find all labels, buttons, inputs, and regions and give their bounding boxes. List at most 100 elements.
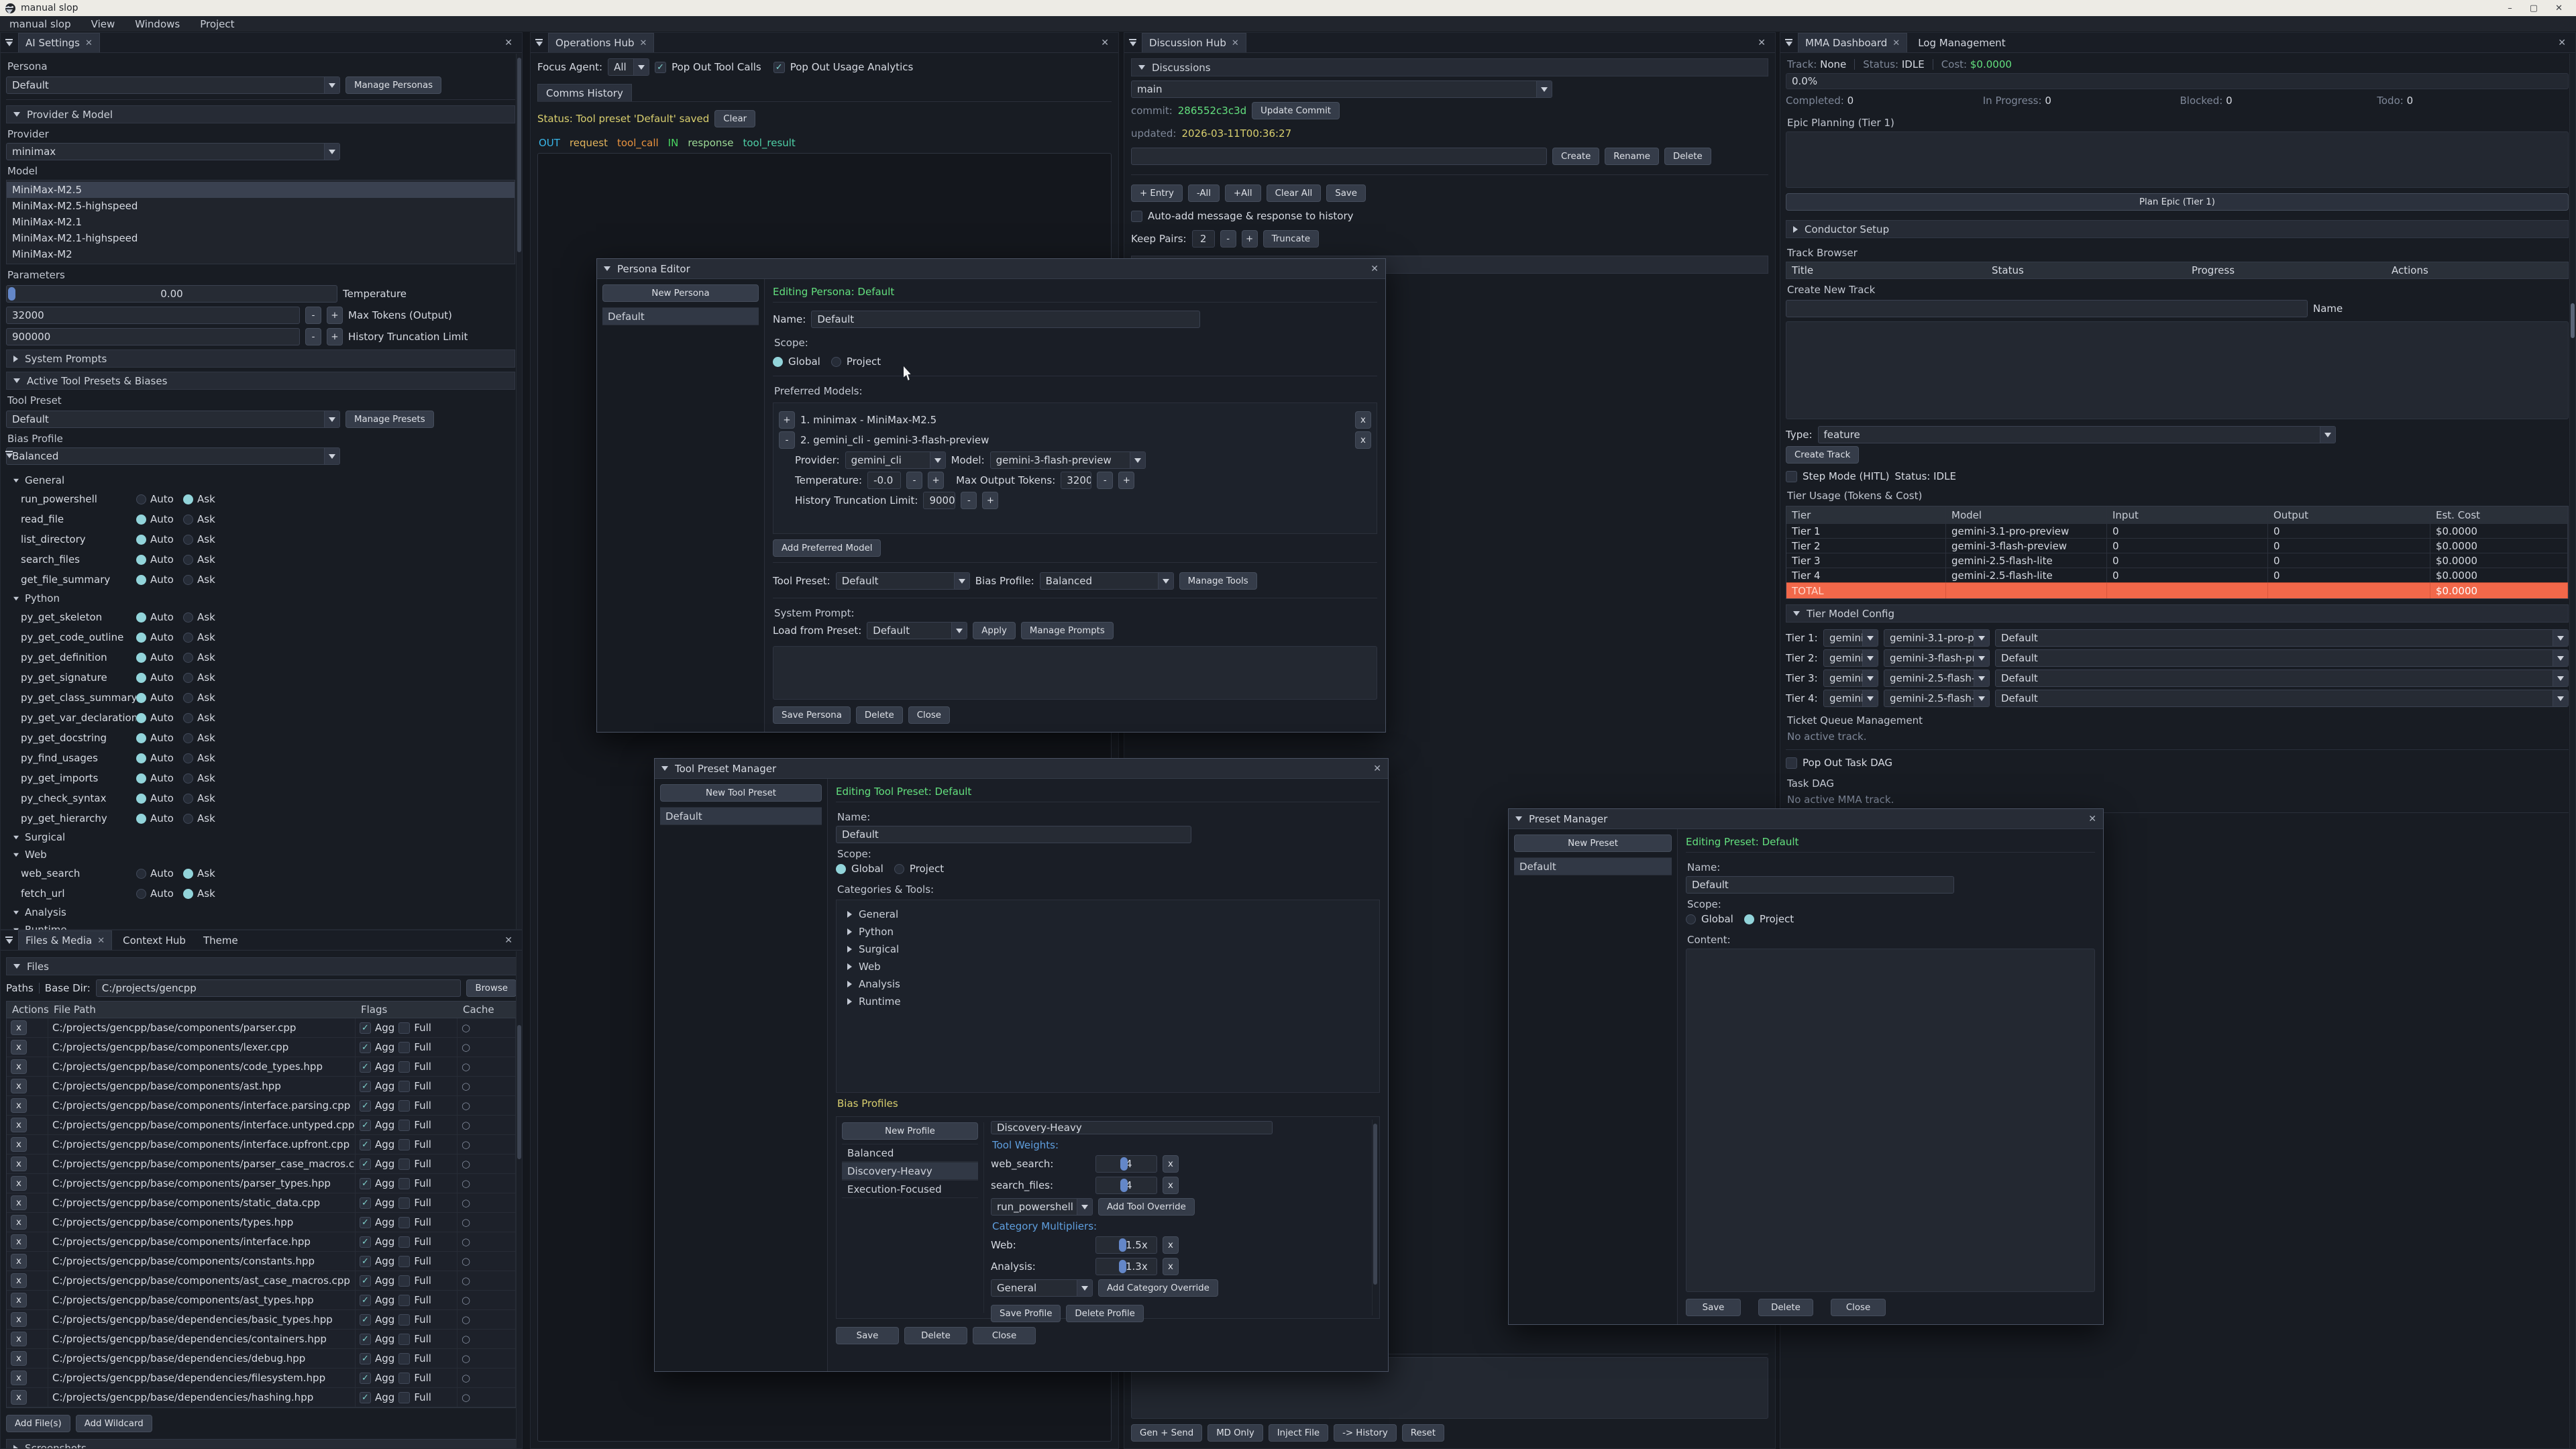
full-checkbox[interactable] bbox=[398, 1236, 410, 1248]
tab-mma-dashboard[interactable]: MMA Dashboard ✕ bbox=[1798, 33, 1907, 52]
create-discussion-button[interactable]: Create bbox=[1552, 148, 1599, 165]
agg-checkbox[interactable]: ✓ bbox=[360, 1275, 371, 1287]
weight-slider[interactable]: 4 bbox=[1095, 1155, 1157, 1173]
close-icon[interactable]: ✕ bbox=[1373, 763, 1381, 774]
auto-radio[interactable] bbox=[136, 773, 146, 784]
focus-agent-select[interactable]: All bbox=[608, 58, 649, 76]
agg-checkbox[interactable]: ✓ bbox=[360, 1314, 371, 1326]
chevron-expanded-icon[interactable] bbox=[661, 766, 668, 771]
provider-select[interactable]: minimax bbox=[6, 143, 340, 160]
tier-model-select[interactable]: gemini-2.5-flash-lite bbox=[1884, 690, 1990, 707]
slider-thumb[interactable] bbox=[1120, 1179, 1128, 1192]
new-profile-button[interactable]: New Profile bbox=[842, 1122, 978, 1140]
composer-button[interactable]: Gen + Send bbox=[1131, 1424, 1202, 1442]
reorder-button[interactable]: - bbox=[779, 431, 795, 449]
files-header[interactable]: Files bbox=[6, 957, 517, 975]
max-tokens-increment[interactable]: + bbox=[327, 307, 343, 324]
manage-presets-button[interactable]: Manage Presets bbox=[345, 411, 434, 428]
persona-select[interactable]: Default bbox=[6, 76, 340, 94]
auto-radio[interactable] bbox=[136, 612, 146, 623]
auto-radio[interactable] bbox=[136, 535, 146, 545]
scope-project-radio[interactable] bbox=[1744, 914, 1754, 924]
tool-preset-select[interactable]: Default bbox=[6, 411, 340, 428]
model-list-item[interactable]: MiniMax-M2.1-highspeed bbox=[7, 230, 515, 246]
multiplier-slider[interactable]: 1.3x bbox=[1095, 1258, 1157, 1275]
scope-global-radio[interactable] bbox=[773, 357, 783, 367]
entry-button[interactable]: Clear All bbox=[1267, 184, 1322, 202]
temp-increment[interactable]: + bbox=[928, 472, 944, 489]
delete-profile-button[interactable]: Delete Profile bbox=[1066, 1305, 1143, 1322]
remove-file-button[interactable]: x bbox=[11, 1118, 27, 1132]
track-type-select[interactable]: feature bbox=[1818, 426, 2336, 443]
max-output-input[interactable]: 32000 bbox=[1061, 472, 1091, 489]
discussions-header[interactable]: Discussions bbox=[1131, 58, 1768, 76]
tier-provider-select[interactable]: gemini bbox=[1823, 690, 1878, 707]
add-preferred-model-button[interactable]: Add Preferred Model bbox=[773, 539, 881, 557]
truncate-button[interactable]: Truncate bbox=[1263, 230, 1319, 248]
agg-checkbox[interactable]: ✓ bbox=[360, 1197, 371, 1209]
entry-button[interactable]: +All bbox=[1225, 184, 1261, 202]
ask-radio[interactable] bbox=[183, 555, 193, 565]
close-tab-icon[interactable]: ✕ bbox=[640, 38, 647, 48]
tier-provider-select[interactable]: gemini bbox=[1823, 629, 1878, 647]
remove-multiplier-button[interactable]: x bbox=[1163, 1258, 1179, 1275]
reorder-button[interactable]: + bbox=[779, 411, 795, 429]
category-row[interactable]: Surgical bbox=[847, 941, 1374, 958]
delete-button[interactable]: Delete bbox=[904, 1327, 967, 1344]
bias-profile-item[interactable]: Discovery-Heavy bbox=[842, 1162, 978, 1180]
create-track-button[interactable]: Create Track bbox=[1786, 446, 1859, 464]
new-tool-preset-button[interactable]: New Tool Preset bbox=[660, 784, 822, 802]
menu-item[interactable]: manual slop bbox=[9, 18, 71, 30]
close-icon[interactable]: ✕ bbox=[2555, 3, 2563, 13]
ask-radio[interactable] bbox=[183, 869, 193, 879]
auto-radio[interactable] bbox=[136, 494, 146, 504]
tier-model-config-header[interactable]: Tier Model Config bbox=[1786, 604, 2569, 623]
tool-group-header[interactable]: Analysis bbox=[13, 904, 515, 921]
system-prompts-header[interactable]: System Prompts bbox=[6, 350, 515, 368]
remove-file-button[interactable]: x bbox=[11, 1234, 27, 1249]
ask-radio[interactable] bbox=[183, 733, 193, 743]
composer-button[interactable]: MD Only bbox=[1208, 1424, 1263, 1442]
composer-button[interactable]: -> History bbox=[1334, 1424, 1397, 1442]
tier-preset-select[interactable]: Default bbox=[1995, 649, 2569, 667]
chevron-expanded-icon[interactable] bbox=[1515, 816, 1522, 821]
full-checkbox[interactable] bbox=[398, 1139, 410, 1150]
save-button[interactable]: Save bbox=[836, 1327, 899, 1344]
remove-model-button[interactable]: x bbox=[1355, 411, 1371, 429]
base-dir-input[interactable]: C:/projects/gencpp bbox=[96, 979, 462, 997]
ask-radio[interactable] bbox=[183, 753, 193, 763]
bias-profile-select[interactable]: Balanced bbox=[6, 447, 340, 465]
remove-file-button[interactable]: x bbox=[11, 1273, 27, 1288]
category-row[interactable]: General bbox=[847, 906, 1374, 923]
ask-radio[interactable] bbox=[183, 653, 193, 663]
add-files-button[interactable]: Add File(s) bbox=[6, 1415, 70, 1432]
full-checkbox[interactable] bbox=[398, 1353, 410, 1364]
max-tokens-input[interactable]: 32000 bbox=[6, 307, 300, 324]
remove-model-button[interactable]: x bbox=[1355, 431, 1371, 449]
remove-file-button[interactable]: x bbox=[11, 1176, 27, 1191]
category-row[interactable]: Web bbox=[847, 958, 1374, 975]
category-row[interactable]: Analysis bbox=[847, 975, 1374, 993]
remove-file-button[interactable]: x bbox=[11, 1079, 27, 1093]
ask-radio[interactable] bbox=[183, 515, 193, 525]
agg-checkbox[interactable]: ✓ bbox=[360, 1392, 371, 1403]
collapse-panel-icon[interactable] bbox=[1784, 39, 1794, 47]
collapse-panel-icon[interactable] bbox=[1128, 39, 1138, 47]
menu-item[interactable]: Windows bbox=[135, 18, 180, 30]
remove-file-button[interactable]: x bbox=[11, 1293, 27, 1307]
tier-model-select[interactable]: gemini-3-flash-preview bbox=[1884, 649, 1990, 667]
delete-persona-button[interactable]: Delete bbox=[856, 706, 903, 724]
max-output-decrement[interactable]: - bbox=[1097, 472, 1113, 489]
collapse-panel-icon[interactable] bbox=[5, 936, 14, 945]
model-list-item[interactable]: MiniMax-M2.1 bbox=[7, 214, 515, 230]
preset-manager-titlebar[interactable]: Preset Manager ✕ bbox=[1509, 809, 2103, 829]
clear-status-button[interactable]: Clear bbox=[714, 110, 755, 127]
tier-preset-select[interactable]: Default bbox=[1995, 669, 2569, 687]
full-checkbox[interactable] bbox=[398, 1159, 410, 1170]
manage-prompts-button[interactable]: Manage Prompts bbox=[1021, 622, 1114, 639]
auto-radio[interactable] bbox=[136, 814, 146, 824]
tier-model-select[interactable]: gemini-2.5-flash-lite bbox=[1884, 669, 1990, 687]
panel-close-icon[interactable]: ✕ bbox=[1758, 38, 1771, 48]
entry-button[interactable]: Save bbox=[1326, 184, 1366, 202]
close-tab-icon[interactable]: ✕ bbox=[85, 38, 93, 48]
